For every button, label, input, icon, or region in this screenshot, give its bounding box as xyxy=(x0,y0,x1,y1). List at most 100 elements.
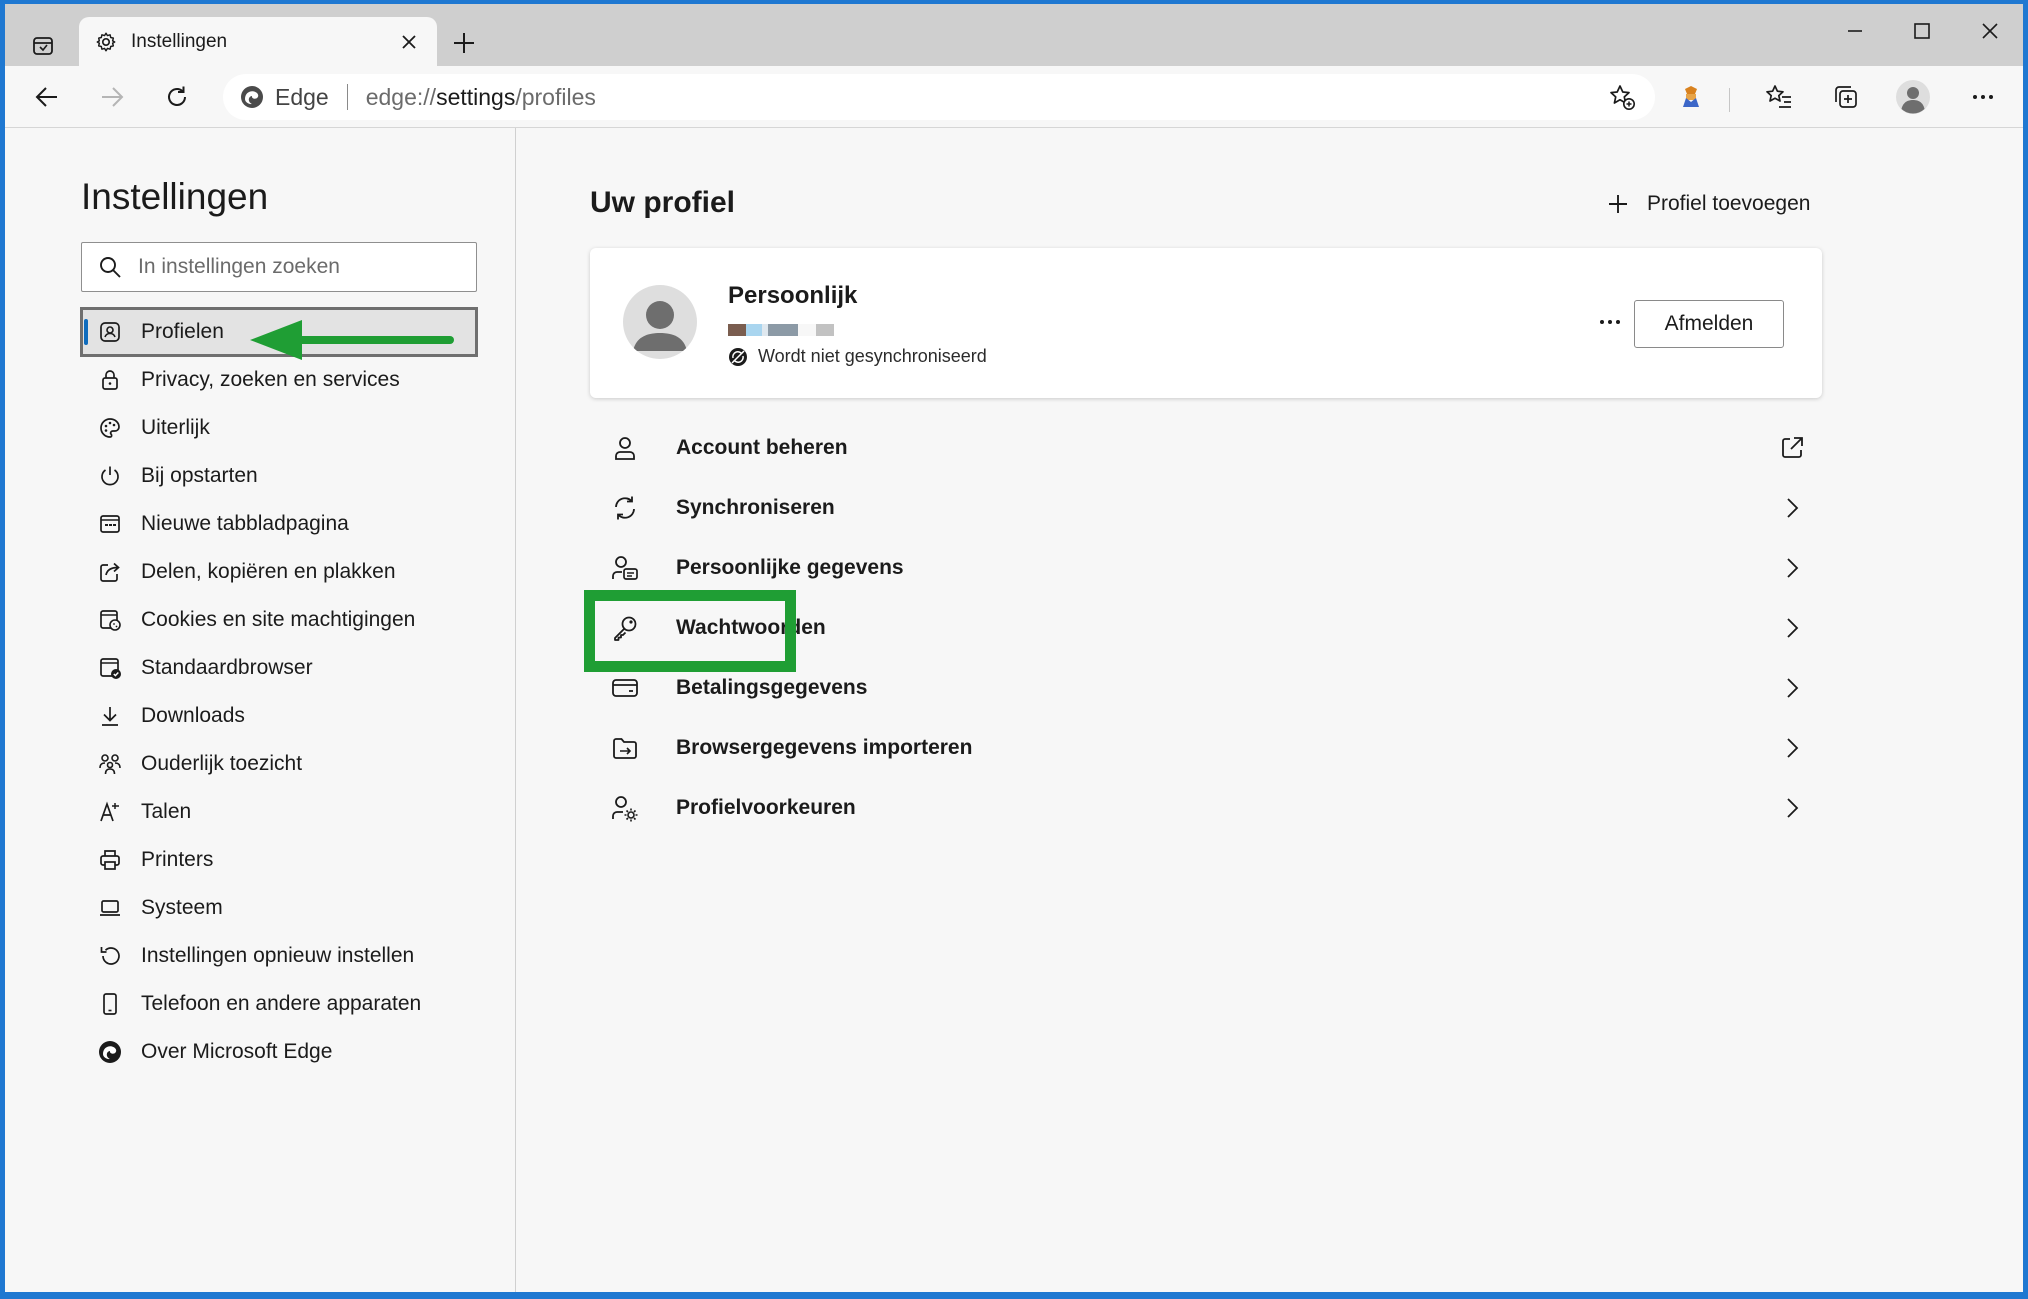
setting-row-sync[interactable]: Synchroniseren xyxy=(590,478,1822,538)
close-icon xyxy=(402,34,416,49)
edge-logo-icon xyxy=(97,1039,123,1065)
profile-name: Persoonlijk xyxy=(728,282,858,309)
toolbar-divider xyxy=(1729,88,1730,112)
search-input[interactable] xyxy=(138,255,458,279)
profile-more-button[interactable] xyxy=(1590,306,1630,338)
setting-row-manage-account[interactable]: Account beheren xyxy=(590,418,1822,478)
sidebar-title: Instellingen xyxy=(81,176,269,217)
annotation-highlight-box xyxy=(584,590,796,672)
credit-card-icon xyxy=(610,673,640,703)
more-menu-button[interactable] xyxy=(1962,76,2004,118)
settings-sidebar: Instellingen Profielen Privacy, zoeken e… xyxy=(5,128,516,1292)
setting-label: Browsergegevens importeren xyxy=(676,736,973,759)
cookies-icon xyxy=(97,607,123,633)
sidebar-item-system[interactable]: Systeem xyxy=(81,884,477,932)
setting-label: Profielvoorkeuren xyxy=(676,796,856,819)
sync-icon xyxy=(610,493,640,523)
address-separator xyxy=(346,84,348,110)
add-profile-button[interactable]: Profiel toevoegen xyxy=(1605,186,1810,222)
family-icon xyxy=(97,751,123,777)
sidebar-item-reset[interactable]: Instellingen opnieuw instellen xyxy=(81,932,477,980)
signout-button[interactable]: Afmelden xyxy=(1634,300,1784,348)
chevron-right-icon xyxy=(1776,612,1808,644)
sidebar-item-default-browser[interactable]: Standaardbrowser xyxy=(81,644,477,692)
person-icon xyxy=(610,433,640,463)
profile-button[interactable] xyxy=(1892,76,1934,118)
tab-actions-button[interactable] xyxy=(25,28,61,64)
sidebar-item-appearance[interactable]: Uiterlijk xyxy=(81,404,477,452)
profile-icon xyxy=(97,319,123,345)
setting-label: Account beheren xyxy=(676,436,848,459)
tab-settings[interactable]: Instellingen xyxy=(79,17,437,66)
setting-row-personal-info[interactable]: Persoonlijke gegevens xyxy=(590,538,1822,598)
url-text[interactable]: edge://settings/profiles xyxy=(366,84,1605,111)
avatar xyxy=(623,285,697,359)
sidebar-item-downloads[interactable]: Downloads xyxy=(81,692,477,740)
import-icon xyxy=(610,733,640,763)
sidebar-item-share[interactable]: Delen, kopiëren en plakken xyxy=(81,548,477,596)
setting-row-import[interactable]: Browsergegevens importeren xyxy=(590,718,1822,778)
sidebar-item-startup[interactable]: Bij opstarten xyxy=(81,452,477,500)
sidebar-item-label: Ouderlijk toezicht xyxy=(141,752,303,775)
sidebar-item-cookies[interactable]: Cookies en site machtigingen xyxy=(81,596,477,644)
sidebar-item-label: Telefoon en andere apparaten xyxy=(141,992,422,1015)
close-icon xyxy=(1982,23,1998,39)
new-tab-page-icon xyxy=(97,511,123,537)
gear-icon xyxy=(96,32,116,51)
favorites-icon xyxy=(1766,85,1791,108)
sidebar-item-label: Standaardbrowser xyxy=(141,656,313,679)
settings-search[interactable] xyxy=(81,242,477,292)
chevron-right-icon xyxy=(1776,492,1808,524)
sidebar-item-label: Over Microsoft Edge xyxy=(141,1040,333,1063)
setting-row-profile-preferences[interactable]: Profielvoorkeuren xyxy=(590,778,1822,838)
browser-window: Instellingen Edge edge://settings/profil… xyxy=(5,4,2023,1292)
new-tab-button[interactable] xyxy=(445,24,483,62)
forward-button[interactable] xyxy=(91,76,133,118)
sidebar-item-new-tab[interactable]: Nieuwe tabbladpagina xyxy=(81,500,477,548)
setting-label: Wachtwoorden xyxy=(676,616,826,639)
main-content: Uw profiel Profiel toevoegen Persoonlijk xyxy=(517,128,2023,1292)
avatar-icon xyxy=(1896,80,1930,114)
sidebar-item-printers[interactable]: Printers xyxy=(81,836,477,884)
site-label: Edge xyxy=(275,83,329,110)
url-prefix: edge:// xyxy=(365,83,437,110)
sidebar-item-label: Nieuwe tabbladpagina xyxy=(141,512,349,535)
printer-icon xyxy=(97,847,123,873)
maximize-button[interactable] xyxy=(1892,12,1952,50)
arrow-left-icon xyxy=(35,87,57,107)
sync-off-icon xyxy=(728,347,748,367)
favorites-button[interactable] xyxy=(1758,76,1800,118)
address-bar[interactable]: Edge edge://settings/profiles xyxy=(223,74,1655,120)
back-button[interactable] xyxy=(26,76,68,118)
redacted-email xyxy=(728,324,834,336)
maximize-icon xyxy=(1914,23,1930,39)
page-title: Uw profiel xyxy=(590,186,736,219)
extension-button[interactable] xyxy=(1670,76,1712,118)
phone-icon xyxy=(97,991,123,1017)
collections-button[interactable] xyxy=(1825,76,1867,118)
close-window-button[interactable] xyxy=(1960,12,2020,50)
chevron-right-icon xyxy=(1776,792,1808,824)
sidebar-item-about[interactable]: Over Microsoft Edge xyxy=(81,1028,477,1076)
sidebar-item-label: Privacy, zoeken en services xyxy=(141,368,400,391)
sidebar-item-family[interactable]: Ouderlijk toezicht xyxy=(81,740,477,788)
plus-icon xyxy=(454,33,474,53)
sidebar-item-label: Systeem xyxy=(141,896,223,919)
add-favorite-button[interactable] xyxy=(1605,80,1639,114)
tab-close-button[interactable] xyxy=(397,30,421,54)
minimize-button[interactable] xyxy=(1825,12,1885,50)
chevron-right-icon xyxy=(1776,732,1808,764)
refresh-button[interactable] xyxy=(156,76,198,118)
refresh-icon xyxy=(168,86,186,106)
tab-strip: Instellingen xyxy=(5,4,2023,66)
sidebar-item-phone[interactable]: Telefoon en andere apparaten xyxy=(81,980,477,1028)
palette-icon xyxy=(97,415,123,441)
add-profile-label: Profiel toevoegen xyxy=(1647,192,1811,215)
setting-label: Betalingsgegevens xyxy=(676,676,868,699)
sidebar-item-label: Delen, kopiëren en plakken xyxy=(141,560,396,583)
url-path: /profiles xyxy=(515,83,596,110)
sidebar-item-languages[interactable]: Talen xyxy=(81,788,477,836)
minimize-icon xyxy=(1848,30,1862,32)
extension-icon xyxy=(1683,86,1699,107)
lock-icon xyxy=(97,367,123,393)
